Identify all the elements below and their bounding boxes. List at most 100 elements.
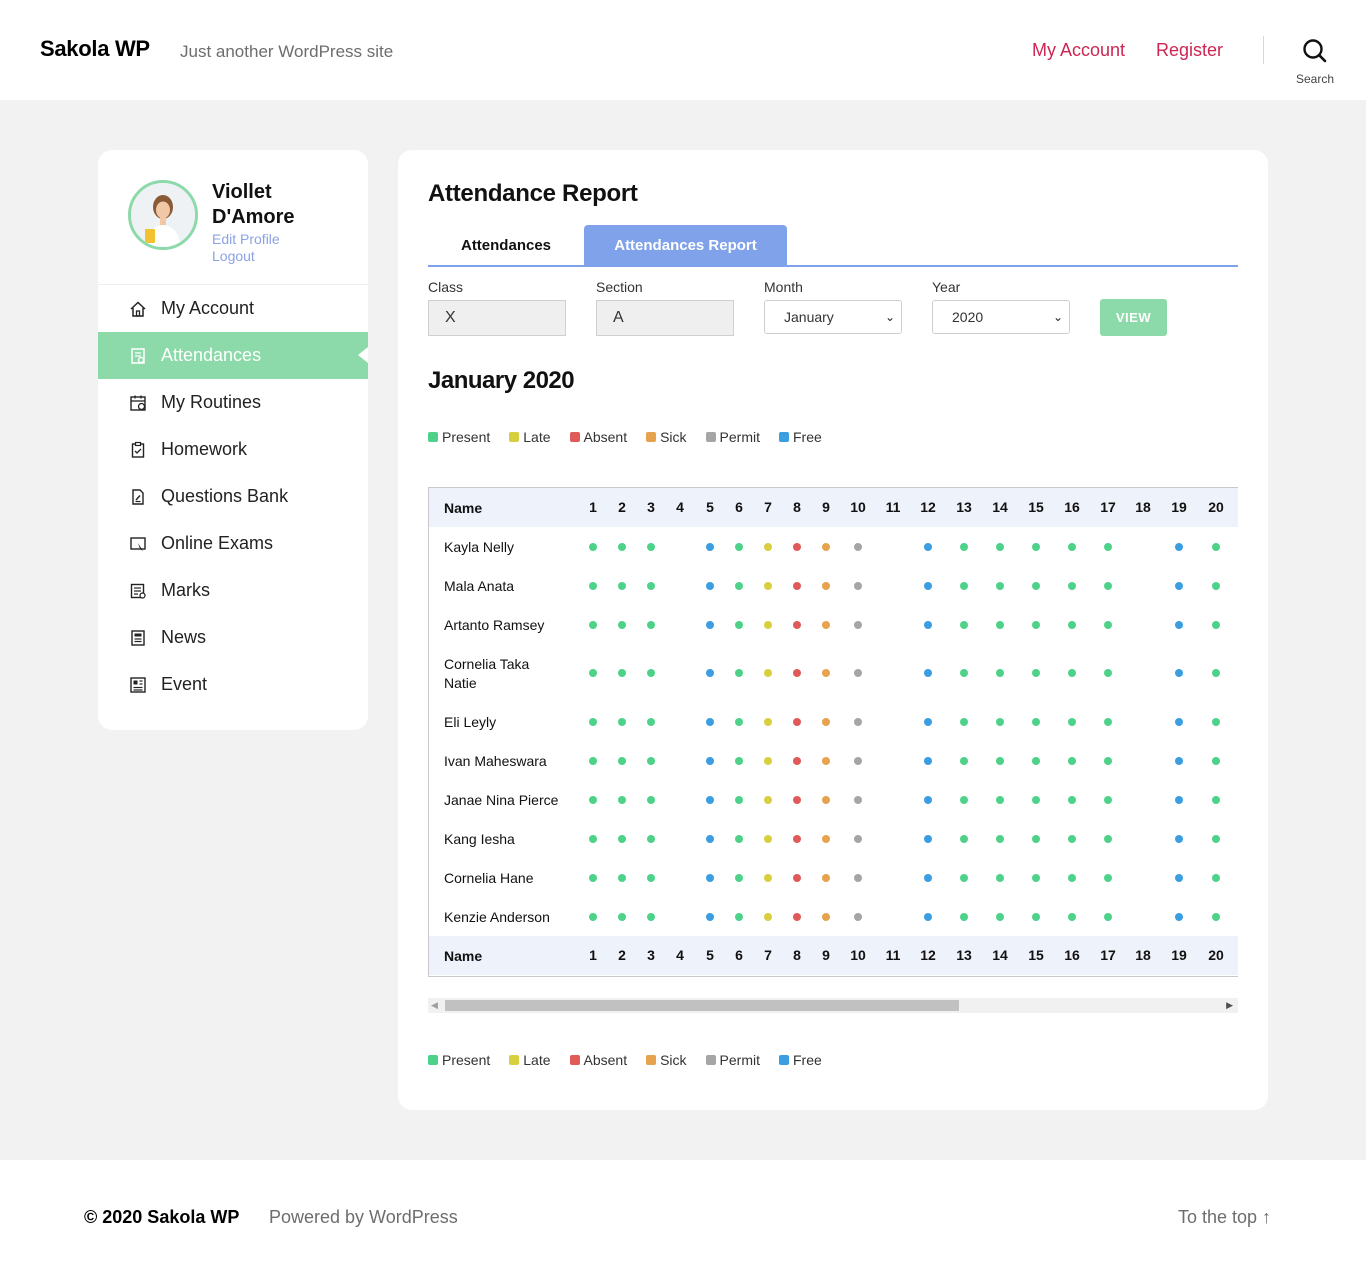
- sidebar-item-questions-bank[interactable]: Questions Bank: [98, 473, 368, 520]
- attendance-dot-present: [647, 543, 655, 551]
- column-header-day: 9: [822, 499, 830, 515]
- legend-swatch: [779, 432, 789, 442]
- attendance-report-icon: [128, 346, 148, 366]
- table-row: Kenzie Anderson: [429, 897, 1238, 936]
- legend-item-sick: Sick: [646, 1052, 687, 1068]
- attendance-dot-present: [589, 669, 597, 677]
- attendance-dot-absent: [793, 582, 801, 590]
- table-row: Kayla Nelly: [429, 527, 1238, 566]
- attendance-dot-sick: [822, 913, 830, 921]
- attendance-dot-present: [589, 796, 597, 804]
- attendance-dot-present: [735, 669, 743, 677]
- column-header-day: 5: [706, 947, 714, 963]
- scroll-left-icon[interactable]: ◀: [431, 998, 438, 1013]
- attendance-dot-present: [960, 543, 968, 551]
- sidebar-item-my-account[interactable]: My Account: [98, 285, 368, 332]
- sidebar-item-label: Online Exams: [161, 533, 274, 553]
- scrollbar-thumb[interactable]: [445, 1000, 959, 1011]
- attendance-dot-present: [618, 913, 626, 921]
- attendance-dot-present: [589, 913, 597, 921]
- nav-my-account-link[interactable]: My Account: [1032, 40, 1125, 61]
- legend-swatch: [705, 432, 716, 442]
- student-name: Kenzie Anderson: [444, 909, 550, 925]
- sidebar-item-attendances[interactable]: Attendances: [98, 332, 368, 379]
- edit-profile-link[interactable]: Edit Profile: [212, 231, 280, 247]
- site-footer: © 2020 Sakola WP Powered by WordPress To…: [0, 1160, 1366, 1273]
- student-name: Artanto Ramsey: [444, 617, 545, 633]
- logout-link[interactable]: Logout: [212, 248, 255, 264]
- month-select[interactable]: January ⌄: [764, 300, 902, 334]
- attendance-dot-free: [1175, 796, 1183, 804]
- attendance-dot-permit: [854, 757, 862, 765]
- tab-bar: Attendances Attendances Report: [428, 225, 1238, 267]
- page-title: Attendance Report: [428, 180, 638, 207]
- attendance-dot-present: [589, 621, 597, 629]
- attendance-dot-present: [996, 835, 1004, 843]
- attendance-dot-present: [735, 543, 743, 551]
- sidebar-item-event[interactable]: Event: [98, 661, 368, 708]
- attendance-dot-late: [764, 543, 772, 551]
- column-header-day: 2: [618, 499, 626, 515]
- attendance-dot-present: [735, 913, 743, 921]
- attendance-dot-absent: [793, 913, 801, 921]
- attendance-dot-free: [706, 718, 714, 726]
- attendance-dot-present: [1068, 621, 1076, 629]
- year-select[interactable]: 2020 ⌄: [932, 300, 1070, 334]
- avatar: [128, 180, 198, 250]
- attendance-dot-present: [960, 796, 968, 804]
- attendance-dot-present: [1068, 835, 1076, 843]
- nav-register-link[interactable]: Register: [1156, 40, 1223, 61]
- column-header-day: 13: [956, 499, 972, 515]
- column-header-day: 3: [647, 947, 655, 963]
- attendance-dot-free: [706, 757, 714, 765]
- tab-attendances-report[interactable]: Attendances Report: [584, 225, 787, 266]
- legend-label: Sick: [660, 429, 687, 445]
- attendance-dot-sick: [822, 718, 830, 726]
- legend-label: Free: [793, 1052, 822, 1068]
- attendance-dot-present: [960, 621, 968, 629]
- attendance-dot-absent: [793, 757, 801, 765]
- attendance-dot-permit: [854, 835, 862, 843]
- attendance-dot-present: [1104, 543, 1112, 551]
- month-label: Month: [764, 279, 803, 295]
- profile-name: Viollet D'Amore: [212, 180, 352, 230]
- search-toggle-button[interactable]: Search: [1292, 38, 1338, 86]
- horizontal-scrollbar[interactable]: ◀ ▶: [428, 998, 1238, 1013]
- search-icon: [1303, 39, 1327, 63]
- site-title[interactable]: Sakola WP: [40, 36, 150, 62]
- clipboard-check-icon: [128, 440, 148, 460]
- tab-attendances[interactable]: Attendances: [428, 225, 584, 266]
- sidebar-item-my-routines[interactable]: My Routines: [98, 379, 368, 426]
- attendance-dot-present: [996, 913, 1004, 921]
- powered-by-link[interactable]: Powered by WordPress: [269, 1207, 458, 1228]
- sidebar-item-online-exams[interactable]: Online Exams: [98, 520, 368, 567]
- attendance-dot-present: [960, 913, 968, 921]
- attendance-dot-present: [735, 621, 743, 629]
- attendance-dot-permit: [854, 796, 862, 804]
- attendance-dot-present: [1068, 796, 1076, 804]
- attendance-dot-present: [618, 835, 626, 843]
- attendance-dot-free: [924, 543, 932, 551]
- attendance-dot-free: [706, 913, 714, 921]
- attendance-dot-free: [924, 913, 932, 921]
- attendance-dot-present: [1104, 913, 1112, 921]
- scroll-right-icon[interactable]: ▶: [1226, 998, 1233, 1013]
- attendance-dot-present: [1212, 582, 1220, 590]
- attendance-dot-present: [647, 669, 655, 677]
- table-row: Ivan Maheswara: [429, 741, 1238, 780]
- column-header-day: 11: [885, 947, 901, 963]
- sidebar-item-homework[interactable]: Homework: [98, 426, 368, 473]
- class-field[interactable]: X: [428, 300, 566, 336]
- attendance-dot-present: [996, 621, 1004, 629]
- attendance-dot-present: [1104, 835, 1112, 843]
- to-the-top-link[interactable]: To the top ↑: [1178, 1207, 1271, 1228]
- section-field[interactable]: A: [596, 300, 734, 336]
- profile-name-line1: Viollet: [212, 181, 272, 203]
- attendance-dot-free: [1175, 874, 1183, 882]
- sidebar-item-news[interactable]: News: [98, 614, 368, 661]
- table-row: Artanto Ramsey: [429, 605, 1238, 644]
- legend-swatch: [646, 432, 657, 442]
- attendance-dot-free: [1175, 621, 1183, 629]
- sidebar-item-marks[interactable]: Marks: [98, 567, 368, 614]
- view-button[interactable]: VIEW: [1100, 299, 1167, 336]
